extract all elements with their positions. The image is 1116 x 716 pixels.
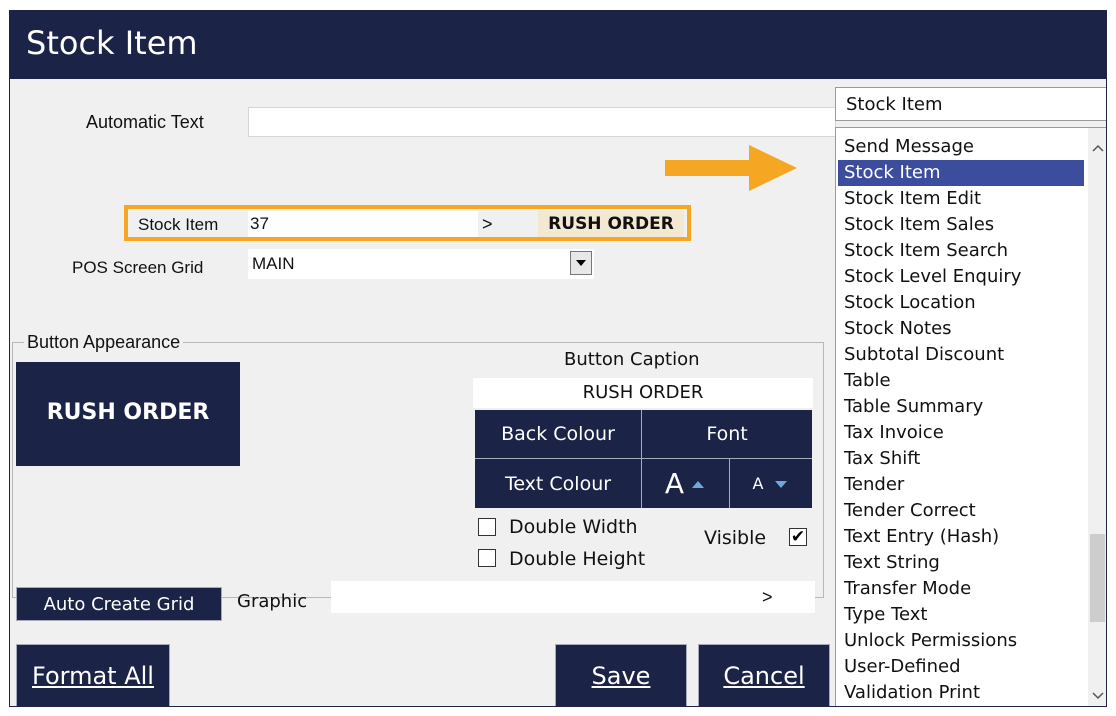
function-list-item[interactable]: User-Defined xyxy=(844,654,961,680)
function-list-item[interactable]: Stock Notes xyxy=(844,316,952,342)
function-list-item[interactable]: Tax Shift xyxy=(844,446,920,472)
window-title: Stock Item xyxy=(26,24,198,62)
scroll-down-icon[interactable] xyxy=(1092,686,1104,705)
double-width-checkbox[interactable] xyxy=(478,518,496,536)
function-list-item[interactable]: Unlock Permissions xyxy=(844,628,1017,654)
text-colour-button[interactable]: Text Colour xyxy=(475,458,642,508)
function-list-item[interactable]: Tax Invoice xyxy=(844,420,944,446)
graphic-browse-button[interactable]: > xyxy=(762,587,773,608)
function-list-item[interactable]: Tender Correct xyxy=(844,498,976,524)
button-caption-input[interactable]: RUSH ORDER xyxy=(473,378,813,408)
visible-checkbox[interactable]: ✔ xyxy=(789,528,807,546)
save-button[interactable]: Save xyxy=(555,644,687,706)
stock-item-label: Stock Item xyxy=(138,215,219,234)
function-list-item[interactable]: Stock Item Search xyxy=(844,238,1008,264)
pos-grid-value: MAIN xyxy=(252,254,295,273)
function-list-item[interactable]: Type Text xyxy=(844,602,927,628)
font-size-down-button[interactable]: A xyxy=(730,458,812,508)
double-height-label: Double Height xyxy=(509,548,646,570)
function-list[interactable]: Send Message Stock Item Stock Item Edit Sto… xyxy=(835,127,1106,706)
function-list-scrollbar[interactable] xyxy=(1088,128,1106,706)
back-colour-button[interactable]: Back Colour xyxy=(475,410,642,458)
function-list-item[interactable]: Stock Item Edit xyxy=(844,186,981,212)
function-list-item[interactable]: Text Entry (Hash) xyxy=(844,524,999,550)
automatic-text-input[interactable] xyxy=(248,107,836,137)
function-list-item[interactable]: Tender xyxy=(844,472,904,498)
scroll-up-icon[interactable] xyxy=(1092,138,1104,157)
double-height-checkbox[interactable] xyxy=(478,549,496,567)
format-all-button[interactable]: Format All xyxy=(16,644,170,706)
function-list-item[interactable]: Validation Print xyxy=(844,680,980,706)
stock-item-input[interactable]: 37 xyxy=(248,211,478,237)
arrow-up-icon xyxy=(692,480,705,488)
function-list-item[interactable]: Table Summary xyxy=(844,394,983,420)
function-list-item[interactable]: Stock Level Enquiry xyxy=(844,264,1021,290)
auto-create-grid-button[interactable]: Auto Create Grid xyxy=(16,587,222,621)
arrow-down-icon xyxy=(775,480,788,488)
function-list-item[interactable]: Table xyxy=(844,368,891,394)
button-preview: RUSH ORDER xyxy=(16,362,240,466)
function-list-item[interactable]: Transfer Mode xyxy=(844,576,971,602)
pos-grid-label: POS Screen Grid xyxy=(72,258,204,277)
pos-grid-dropdown-button[interactable] xyxy=(570,251,592,275)
button-appearance-label: Button Appearance xyxy=(24,332,184,353)
arrow-annotation-icon xyxy=(665,145,797,191)
stock-item-dialog: Stock Item Automatic Text Stock Item 37 … xyxy=(9,10,1107,707)
font-button[interactable]: Font xyxy=(642,410,812,458)
function-list-item[interactable]: Stock Item xyxy=(838,160,1084,186)
chevron-down-icon xyxy=(576,260,586,266)
scrollbar-thumb[interactable] xyxy=(1090,534,1105,622)
graphic-input[interactable] xyxy=(331,581,815,613)
pos-grid-select[interactable]: MAIN xyxy=(248,249,594,279)
double-width-label: Double Width xyxy=(509,516,638,538)
function-list-item[interactable]: Send Message xyxy=(844,134,974,160)
stock-item-browse-button[interactable]: > xyxy=(482,214,493,235)
function-list-item[interactable]: Subtotal Discount xyxy=(844,342,1004,368)
font-size-down-glyph: A xyxy=(752,474,764,493)
function-list-item[interactable]: Stock Item Sales xyxy=(844,212,994,238)
function-list-item[interactable]: Text String xyxy=(844,550,940,576)
visible-label: Visible xyxy=(704,527,767,549)
function-list-item[interactable]: Stock Location xyxy=(844,290,976,316)
function-selected-field[interactable]: Stock Item xyxy=(835,87,1106,121)
stock-item-name: RUSH ORDER xyxy=(538,211,684,237)
font-size-up-button[interactable]: A xyxy=(642,458,730,508)
graphic-label: Graphic xyxy=(237,591,308,612)
title-bar: Stock Item xyxy=(10,11,1106,79)
button-caption-label: Button Caption xyxy=(564,349,700,370)
automatic-text-label: Automatic Text xyxy=(86,112,204,132)
font-size-up-glyph: A xyxy=(664,467,685,500)
cancel-button[interactable]: Cancel xyxy=(698,644,830,706)
